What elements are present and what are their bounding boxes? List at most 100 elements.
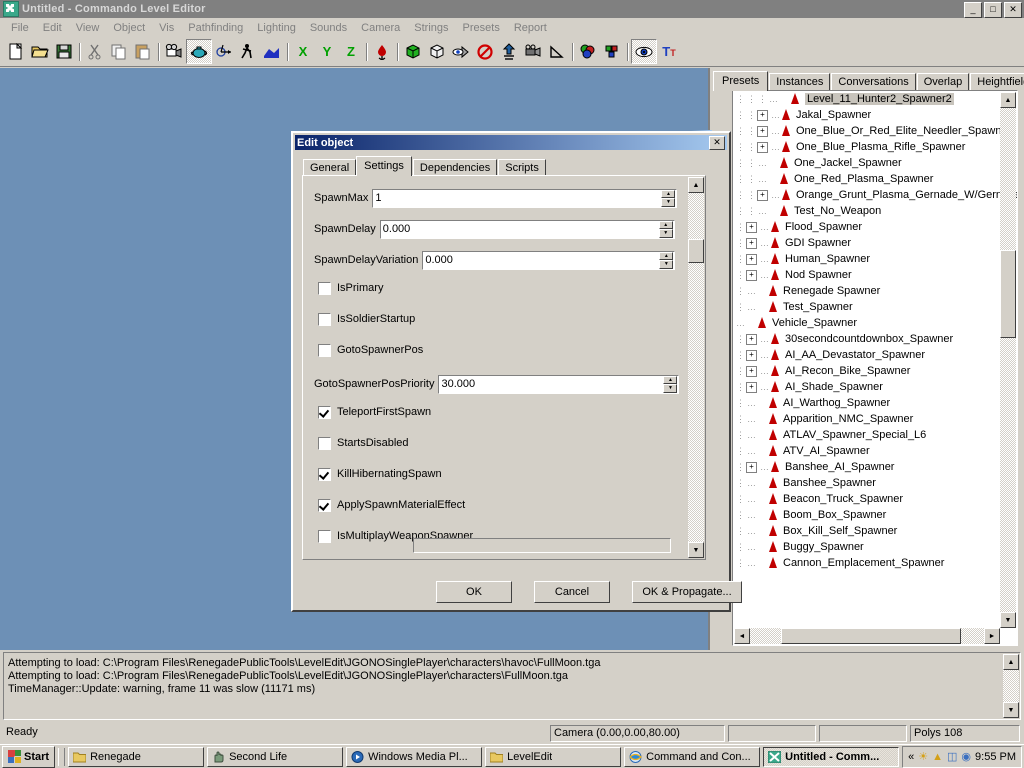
- tree-expander-icon[interactable]: +: [746, 334, 757, 345]
- camera-icon[interactable]: [162, 40, 186, 63]
- tree-item[interactable]: ⋮…Apparition_NMC_Spawner: [733, 411, 1001, 427]
- menu-file[interactable]: File: [4, 20, 36, 36]
- tree-item[interactable]: ⋮…Cannon_Emplacement_Spawner: [733, 555, 1001, 571]
- walk-mode-icon[interactable]: [236, 40, 260, 63]
- waypath-icon[interactable]: [497, 40, 521, 63]
- spinner-down-icon[interactable]: ▼: [659, 229, 673, 238]
- spinner-up-icon[interactable]: ▲: [663, 376, 677, 385]
- tab-heightfield[interactable]: Heightfield: [970, 73, 1024, 91]
- wire-box-icon[interactable]: [425, 40, 449, 63]
- dialog-tab-scripts[interactable]: Scripts: [498, 159, 546, 176]
- settings-scroll-thumb[interactable]: [688, 239, 704, 263]
- axis-x-icon[interactable]: X: [291, 40, 315, 63]
- checkbox[interactable]: [318, 313, 331, 326]
- menu-presets[interactable]: Presets: [456, 20, 507, 36]
- tree-item[interactable]: ⋮+…AI_Shade_Spawner: [733, 379, 1001, 395]
- spinner-down-icon[interactable]: ▼: [661, 198, 675, 207]
- axis-y-icon[interactable]: Y: [315, 40, 339, 63]
- clock-icon[interactable]: ◉: [961, 750, 971, 763]
- tray-chevron-icon[interactable]: «: [908, 751, 914, 763]
- pathfind-camera-icon[interactable]: [521, 40, 545, 63]
- visibility-eye-icon[interactable]: [631, 39, 657, 64]
- tab-instances[interactable]: Instances: [769, 73, 830, 91]
- tree-expander-icon[interactable]: +: [757, 190, 768, 201]
- tab-presets[interactable]: Presets: [713, 71, 768, 91]
- property-input-field[interactable]: [423, 253, 659, 268]
- property-checkbox-row[interactable]: IsPrimary: [318, 280, 387, 296]
- tree-hscroll-thumb[interactable]: [781, 628, 961, 644]
- spinner-up-icon[interactable]: ▲: [659, 252, 673, 261]
- tree-item[interactable]: ⋮⋮…One_Red_Plasma_Spawner: [733, 171, 1001, 187]
- tree-item[interactable]: ⋮⋮…Test_No_Weapon: [733, 203, 1001, 219]
- tree-item[interactable]: ⋮⋮…One_Jackel_Spawner: [733, 155, 1001, 171]
- cut-icon[interactable]: [83, 40, 107, 63]
- globe-icon[interactable]: ☀: [918, 750, 928, 763]
- property-input[interactable]: ▲▼: [438, 375, 679, 394]
- settings-scroll-up-button[interactable]: ▲: [688, 177, 704, 193]
- property-checkbox-row[interactable]: TeleportFirstSpawn: [318, 404, 435, 420]
- terrain-icon[interactable]: [260, 40, 284, 63]
- settings-scroll-down-button[interactable]: ▼: [688, 542, 704, 558]
- menu-strings[interactable]: Strings: [407, 20, 455, 36]
- property-input-field[interactable]: [373, 191, 661, 206]
- property-checkbox-row[interactable]: KillHibernatingSpawn: [318, 466, 446, 482]
- dialog-tab-settings[interactable]: Settings: [356, 156, 412, 176]
- tree-expander-icon[interactable]: +: [746, 222, 757, 233]
- checkbox[interactable]: [318, 282, 331, 295]
- menu-pathfinding[interactable]: Pathfinding: [181, 20, 250, 36]
- checkbox[interactable]: [318, 499, 331, 512]
- tree-item[interactable]: …Vehicle_Spawner: [733, 315, 1001, 331]
- angle-icon[interactable]: [545, 40, 569, 63]
- rotate-axis-icon[interactable]: [212, 40, 236, 63]
- tree-scroll-up-button[interactable]: ▲: [1000, 92, 1016, 108]
- property-horizontal-scrollbar[interactable]: [413, 538, 671, 553]
- tree-item[interactable]: ⋮+…AI_Recon_Bike_Spawner: [733, 363, 1001, 379]
- checkbox[interactable]: [318, 437, 331, 450]
- tree-expander-icon[interactable]: +: [746, 350, 757, 361]
- taskbar-clock[interactable]: 9:55 PM: [975, 751, 1016, 763]
- tree-item[interactable]: ⋮…Test_Spawner: [733, 299, 1001, 315]
- tree-expander-icon[interactable]: +: [746, 254, 757, 265]
- taskbar-item[interactable]: Second Life: [207, 747, 343, 767]
- menu-camera[interactable]: Camera: [354, 20, 407, 36]
- checkbox[interactable]: [318, 468, 331, 481]
- taskbar-item[interactable]: Renegade: [68, 747, 204, 767]
- rgb-lights-icon[interactable]: [576, 40, 600, 63]
- copy-icon[interactable]: [107, 40, 131, 63]
- tree-expander-icon[interactable]: +: [746, 382, 757, 393]
- text-tool-icon[interactable]: TT: [657, 40, 681, 63]
- tree-expander-icon[interactable]: +: [746, 270, 757, 281]
- property-checkbox-row[interactable]: ApplySpawnMaterialEffect: [318, 497, 469, 513]
- property-input-field[interactable]: [439, 377, 663, 392]
- network-icon[interactable]: ◫: [947, 750, 957, 763]
- tree-scroll-down-button[interactable]: ▼: [1000, 612, 1016, 628]
- tree-scroll-thumb[interactable]: [1000, 250, 1016, 338]
- property-input[interactable]: ▲▼: [380, 220, 675, 239]
- spinner-down-icon[interactable]: ▼: [663, 384, 677, 393]
- property-input[interactable]: ▲▼: [372, 189, 677, 208]
- tree-item[interactable]: ⋮+…Human_Spawner: [733, 251, 1001, 267]
- paste-icon[interactable]: [131, 40, 155, 63]
- log-scroll-down-button[interactable]: ▼: [1003, 702, 1019, 718]
- dialog-tab-dependencies[interactable]: Dependencies: [413, 159, 497, 176]
- checkbox[interactable]: [318, 406, 331, 419]
- taskbar-item[interactable]: Windows Media Pl...: [346, 747, 482, 767]
- menu-vis[interactable]: Vis: [152, 20, 181, 36]
- tab-overlap[interactable]: Overlap: [917, 73, 970, 91]
- log-output-pane[interactable]: Attempting to load: C:\Program Files\Ren…: [3, 652, 1021, 720]
- spinner-control[interactable]: ▲▼: [659, 252, 673, 269]
- taskbar-grip[interactable]: [58, 748, 65, 766]
- tree-horizontal-scrollbar[interactable]: ◄ ►: [734, 628, 1000, 644]
- menu-report[interactable]: Report: [507, 20, 554, 36]
- tree-expander-icon[interactable]: +: [746, 462, 757, 473]
- menu-lighting[interactable]: Lighting: [250, 20, 303, 36]
- menu-view[interactable]: View: [69, 20, 107, 36]
- tree-item[interactable]: ⋮…ATV_AI_Spawner: [733, 443, 1001, 459]
- dialog-tab-general[interactable]: General: [303, 159, 356, 176]
- menu-sounds[interactable]: Sounds: [303, 20, 354, 36]
- checkbox[interactable]: [318, 344, 331, 357]
- settings-vertical-scrollbar[interactable]: ▲ ▼: [688, 177, 704, 558]
- property-checkbox-row[interactable]: GotoSpawnerPos: [318, 342, 427, 358]
- dialog-titlebar[interactable]: Edit object ✕: [295, 135, 727, 150]
- tree-item[interactable]: ⋮⋮+…One_Blue_Or_Red_Elite_Needler_Spawne…: [733, 123, 1001, 139]
